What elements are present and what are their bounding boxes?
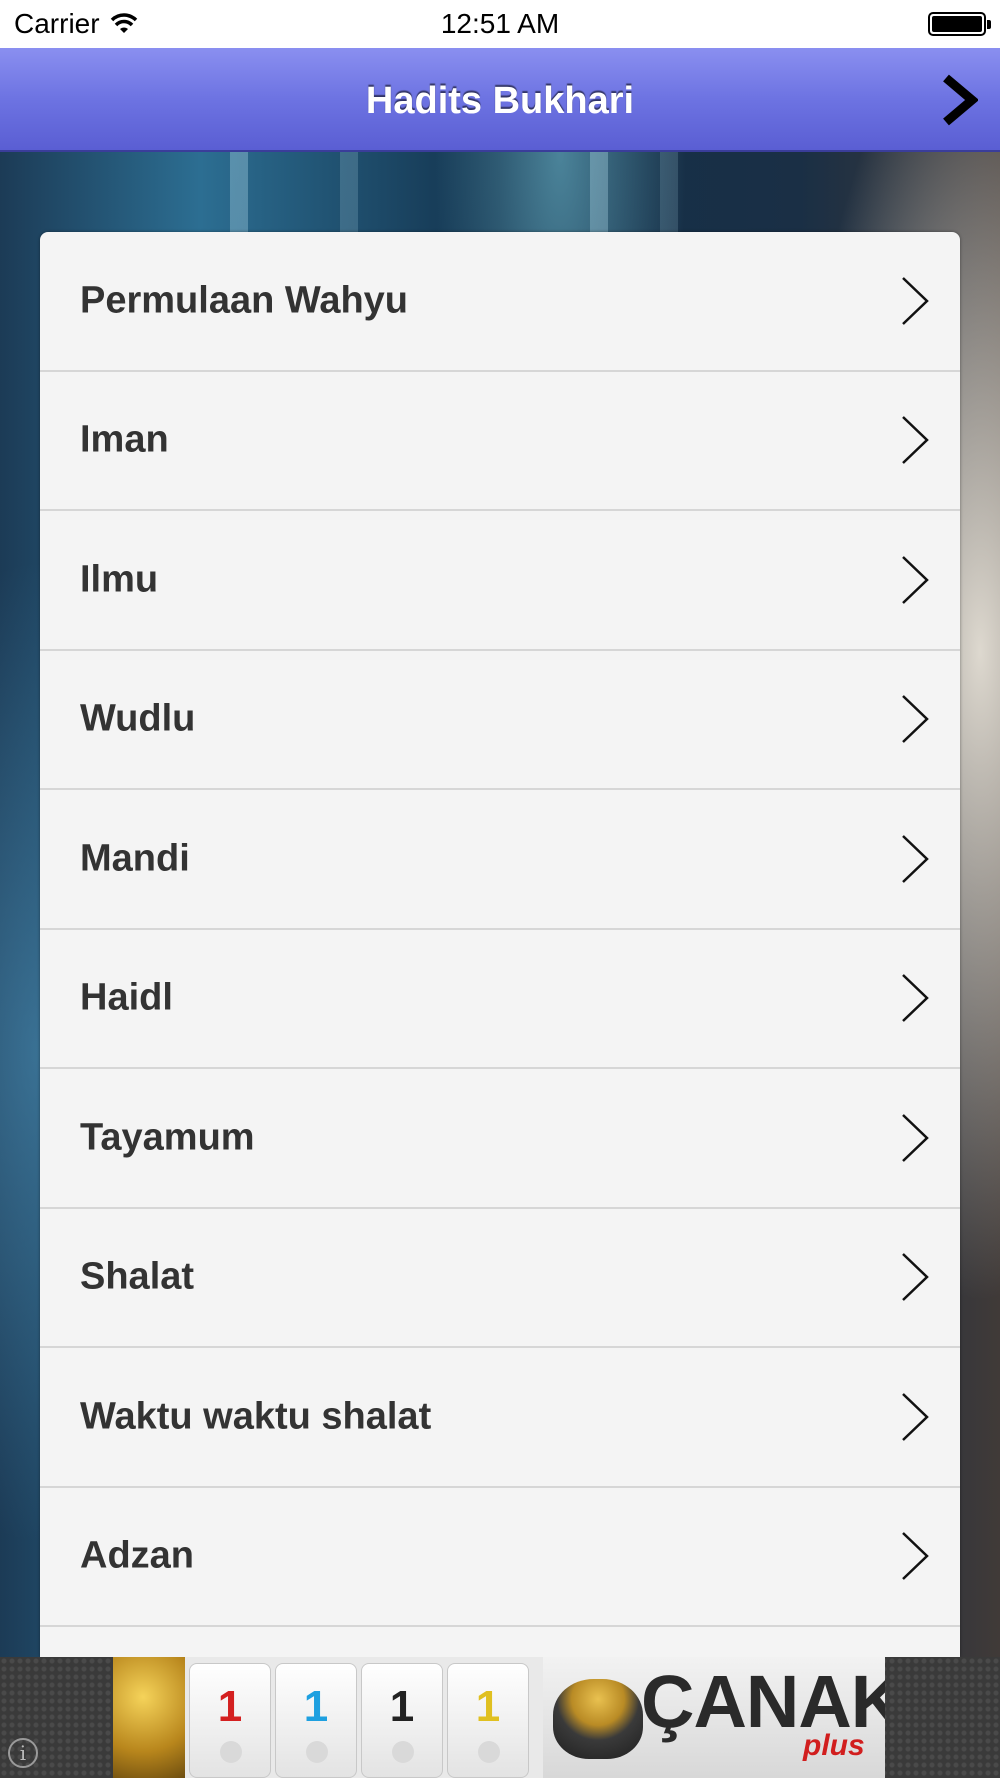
status-time: 12:51 AM bbox=[440, 8, 560, 39]
tile: 1 bbox=[361, 1663, 443, 1778]
tile: 1 bbox=[189, 1663, 271, 1778]
info-icon[interactable]: i bbox=[8, 1738, 38, 1768]
tile-number: 1 bbox=[303, 1682, 329, 1731]
tile-number: 1 bbox=[475, 1682, 501, 1731]
list-item[interactable]: Ilmu bbox=[40, 511, 960, 651]
chapter-list: Permulaan Wahyu Iman Ilmu Wudlu Mandi Ha… bbox=[40, 232, 960, 1657]
pot-image bbox=[553, 1679, 643, 1759]
chevron-right-icon bbox=[902, 1532, 929, 1581]
ad-brand-subtitle: plus bbox=[803, 1729, 865, 1762]
chevron-right-icon bbox=[902, 974, 929, 1023]
tile: 1 bbox=[447, 1663, 529, 1778]
chevron-right-icon bbox=[902, 555, 929, 604]
coins-image bbox=[113, 1657, 185, 1778]
chevron-right-icon bbox=[902, 695, 929, 744]
tile: 1 bbox=[275, 1663, 357, 1778]
ad-brand: ÇANAK plus bbox=[543, 1657, 885, 1778]
list-item[interactable]: Wudlu bbox=[40, 651, 960, 790]
list-item-label: Adzan bbox=[80, 1534, 194, 1577]
list-item[interactable]: Permulaan Wahyu bbox=[40, 232, 960, 372]
list-item-label: Shalat bbox=[80, 1255, 195, 1298]
status-bar: Carrier 12:51 AM bbox=[0, 0, 1000, 48]
chevron-right-icon bbox=[902, 1253, 929, 1302]
list-item-label: Tayamum bbox=[80, 1116, 255, 1159]
list-item-label: Waktu waktu shalat bbox=[80, 1395, 432, 1438]
list-item[interactable]: Adzan bbox=[40, 1488, 960, 1627]
list-item[interactable]: Iman bbox=[40, 372, 960, 511]
list-item-label: Mandi bbox=[80, 837, 190, 880]
list-item[interactable]: Waktu waktu shalat bbox=[40, 1348, 960, 1488]
ad-bar: i 1 1 1 1 ÇANAK plus bbox=[0, 1657, 1000, 1778]
chevron-right-icon bbox=[902, 416, 929, 465]
list-item-partial[interactable] bbox=[40, 1627, 960, 1657]
navigation-bar: Hadits Bukhari bbox=[0, 48, 1000, 152]
list-item[interactable]: Tayamum bbox=[40, 1069, 960, 1209]
chevron-right-icon bbox=[902, 1392, 929, 1441]
list-item[interactable]: Shalat bbox=[40, 1209, 960, 1348]
list-item-label: Ilmu bbox=[80, 558, 159, 601]
ad-banner[interactable]: 1 1 1 1 ÇANAK plus bbox=[113, 1657, 885, 1778]
page-title: Hadits Bukhari bbox=[365, 80, 635, 122]
list-item[interactable]: Haidl bbox=[40, 930, 960, 1069]
list-item-label: Iman bbox=[80, 418, 169, 461]
chevron-right-icon bbox=[902, 834, 929, 883]
chevron-right-icon bbox=[902, 1113, 929, 1162]
tile-number: 1 bbox=[389, 1682, 415, 1731]
list-item[interactable]: Mandi bbox=[40, 790, 960, 930]
tile-number: 1 bbox=[217, 1682, 243, 1731]
battery-icon bbox=[928, 12, 991, 36]
list-item-label: Wudlu bbox=[80, 697, 196, 740]
list-item-label: Haidl bbox=[80, 976, 173, 1019]
chevron-right-icon[interactable] bbox=[938, 74, 978, 126]
list-item-label: Permulaan Wahyu bbox=[80, 279, 409, 322]
chevron-right-icon bbox=[902, 276, 929, 325]
